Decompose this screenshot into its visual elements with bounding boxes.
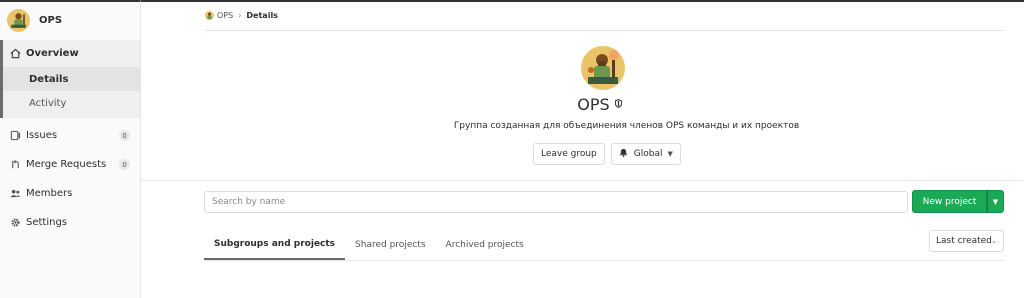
search-input[interactable] [204,191,908,213]
sidebar-item-settings[interactable]: Settings [0,208,140,237]
sidebar-item-label: Members [26,188,73,199]
sidebar-item-members[interactable]: Members [0,179,140,208]
sidebar-item-merge-requests[interactable]: Merge Requests 0 [0,150,140,179]
group-title-row: OPS [0,94,1024,114]
new-project-dropdown-toggle[interactable]: ▼ [987,190,1004,213]
caret-down-icon: ▼ [992,197,999,206]
section-divider [141,180,1024,181]
sidebar-item-label: Overview [26,48,79,59]
chevron-down-icon: ⌄ [991,237,997,245]
sidebar-item-label: Settings [26,217,68,228]
merge-request-icon [9,159,21,171]
tab-shared-projects[interactable]: Shared projects [345,229,435,260]
sidebar-subitem-details[interactable]: Details [0,67,140,91]
sidebar-item-label: Merge Requests [26,159,107,170]
users-icon [9,188,21,200]
sidebar-item-label: Issues [26,130,58,141]
leave-group-button[interactable]: Leave group [533,143,605,165]
group-title: OPS [577,94,610,114]
bell-icon [619,148,628,160]
breadcrumb: OPS › Details [205,8,278,22]
home-icon [9,48,21,60]
notification-level-label: Global [633,149,663,159]
issues-count-badge: 0 [119,130,130,141]
tab-archived-projects[interactable]: Archived projects [436,229,534,260]
sort-label: Last created [936,236,992,246]
shield-icon [614,98,622,110]
sidebar-item-overview[interactable]: Overview [0,40,140,67]
sidebar-group-name[interactable]: OPS [39,15,62,26]
breadcrumb-separator: › [238,10,242,20]
chevron-down-icon: ▼ [667,150,673,158]
group-actions: Leave group Global ▼ [533,143,681,165]
sidebar-group-header[interactable]: OPS [0,2,140,38]
group-avatar[interactable] [7,8,30,32]
sidebar-item-issues[interactable]: Issues 0 [0,121,140,150]
tabs-divider [204,260,1004,261]
sidebar: OPS Overview Details Activity Issues 0 M… [0,0,141,298]
group-avatar-large [581,46,625,90]
breadcrumb-divider [205,30,1004,31]
breadcrumb-group-link[interactable]: OPS [217,11,233,20]
new-project-button[interactable]: New project [912,190,987,213]
breadcrumb-group-avatar [205,10,214,20]
sort-dropdown[interactable]: Last created ⌄ [929,230,1004,252]
notification-dropdown[interactable]: Global ▼ [610,143,681,165]
issues-icon [9,130,21,142]
gear-icon [9,217,21,229]
top-border [141,0,1024,2]
tab-subgroups-and-projects[interactable]: Subgroups and projects [204,229,346,260]
group-description: Группа созданная для объединения членов … [453,121,800,131]
breadcrumb-current[interactable]: Details [246,11,278,20]
merge-requests-count-badge: 0 [119,159,130,170]
group-tabs: Subgroups and projects Shared projects A… [204,229,534,260]
